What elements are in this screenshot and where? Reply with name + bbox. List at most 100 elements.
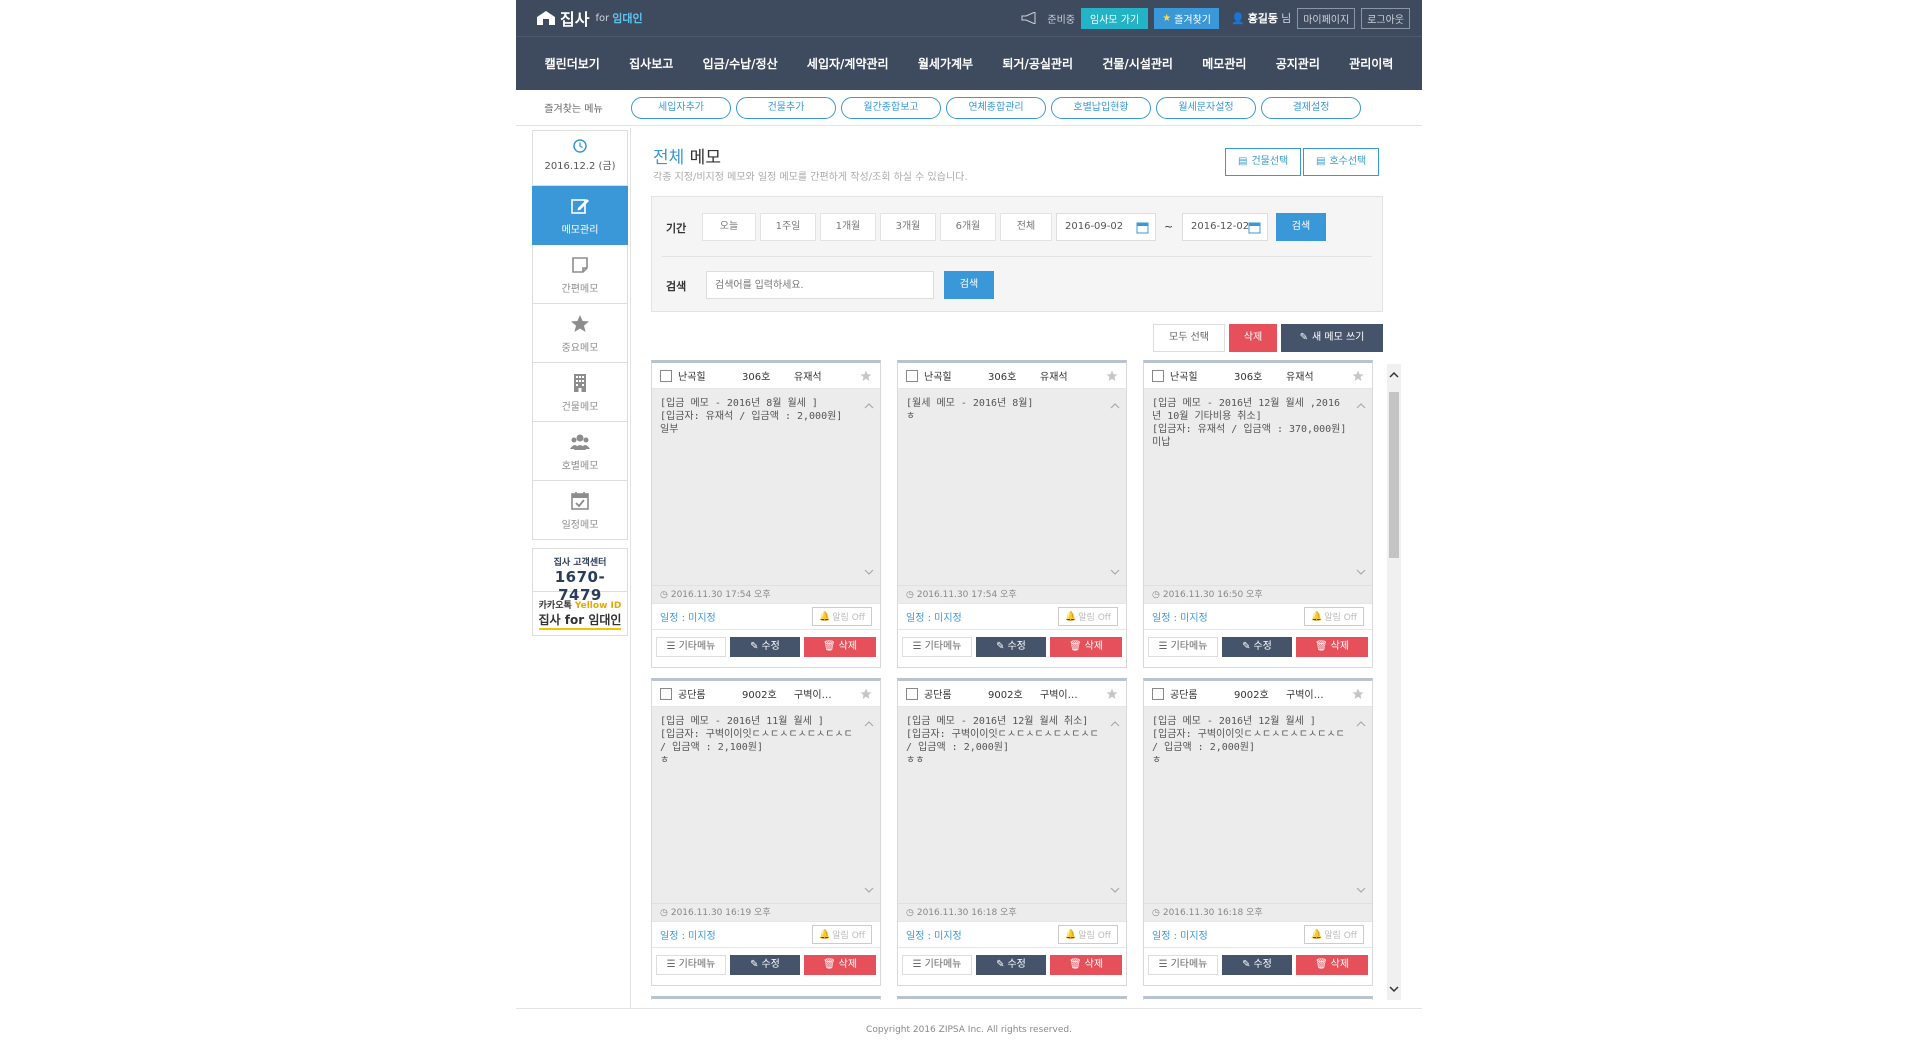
keyword-search-button[interactable]: 검색 — [944, 271, 994, 299]
period-all[interactable]: 전체 — [1000, 213, 1052, 241]
edit-button[interactable]: ✎ 수정 — [730, 636, 800, 657]
fav-add-tenant[interactable]: 세입자추가 — [631, 96, 731, 119]
date-to-input[interactable]: 2016-12-02 — [1182, 213, 1268, 241]
more-menu-button[interactable]: ☰ 기타메뉴 — [902, 954, 972, 975]
sidebar-item-building-memo[interactable]: 건물메모 — [532, 363, 628, 422]
card-memo-text[interactable]: [입금 메모 - 2016년 8월 월세 ] [입금자: 유재석 / 입금액 :… — [652, 389, 880, 585]
alarm-toggle[interactable]: 🔔 알림 Off — [1304, 925, 1364, 944]
chevron-down-icon[interactable] — [1389, 984, 1399, 994]
nav-moveout[interactable]: 퇴거/공실관리 — [1002, 55, 1073, 72]
delete-selected-button[interactable]: 삭제 — [1229, 324, 1277, 352]
star-icon[interactable] — [860, 370, 872, 382]
alarm-toggle[interactable]: 🔔 알림 Off — [812, 925, 872, 944]
delete-button[interactable]: 🗑 삭제 — [804, 954, 876, 975]
customer-center-banner[interactable]: 집사 고객센터 1670-7479 — [532, 548, 628, 604]
search-input[interactable] — [706, 271, 934, 299]
scrollbar-thumb[interactable] — [1389, 392, 1399, 558]
go-community-button[interactable]: 임사모 가기 — [1081, 7, 1149, 29]
kakao-yellowid-banner[interactable]: 카카오톡 Yellow ID 집사 for 임대인 — [532, 592, 628, 636]
nav-ledger[interactable]: 월세가계부 — [918, 55, 973, 72]
delete-button[interactable]: 🗑 삭제 — [1050, 954, 1122, 975]
chevron-up-icon[interactable] — [1356, 401, 1366, 411]
more-menu-button[interactable]: ☰ 기타메뉴 — [902, 636, 972, 657]
alarm-toggle[interactable]: 🔔 알림 Off — [1058, 607, 1118, 626]
mypage-button[interactable]: 마이페이지 — [1297, 7, 1356, 29]
chevron-down-icon[interactable] — [864, 885, 874, 895]
logo[interactable]: 집사 for 임대인 — [536, 6, 643, 30]
sidebar-item-important-memo[interactable]: 중요메모 — [532, 304, 628, 363]
more-menu-button[interactable]: ☰ 기타메뉴 — [656, 636, 726, 657]
date-from-input[interactable]: 2016-09-02 — [1056, 213, 1156, 241]
star-icon[interactable] — [860, 688, 872, 700]
star-icon[interactable] — [1352, 370, 1364, 382]
period-6month[interactable]: 6개월 — [940, 213, 996, 241]
fav-add-building[interactable]: 건물추가 — [736, 96, 836, 119]
nav-memo[interactable]: 메모관리 — [1202, 55, 1246, 72]
more-menu-button[interactable]: ☰ 기타메뉴 — [656, 954, 726, 975]
select-unit-button[interactable]: ▤ 호수선택 — [1303, 148, 1380, 176]
sidebar-item-unit-memo[interactable]: 호별메모 — [532, 422, 628, 481]
chevron-down-icon[interactable] — [1110, 567, 1120, 577]
card-list-scrollbar[interactable] — [1387, 364, 1401, 1000]
nav-tenant[interactable]: 세입자/계약관리 — [807, 55, 889, 72]
period-1week[interactable]: 1주일 — [760, 213, 816, 241]
favorites-button[interactable]: ★ 즐겨찾기 — [1154, 7, 1219, 29]
delete-button[interactable]: 🗑 삭제 — [1050, 636, 1122, 657]
chevron-up-icon[interactable] — [1110, 401, 1120, 411]
select-all-button[interactable]: 모두 선택 — [1153, 324, 1225, 352]
edit-button[interactable]: ✎ 수정 — [976, 636, 1046, 657]
nav-history[interactable]: 관리이력 — [1349, 55, 1393, 72]
card-checkbox[interactable] — [906, 369, 918, 382]
sidebar-item-memo[interactable]: 메모관리 — [532, 186, 628, 245]
card-memo-text[interactable]: [입금 메모 - 2016년 11월 월세 ] [입금자: 구벽이이잇ㄷㅅㄷㅅㄷ… — [652, 707, 880, 903]
chevron-up-icon[interactable] — [1389, 370, 1399, 380]
period-today[interactable]: 오늘 — [702, 213, 756, 241]
card-memo-text[interactable]: [입금 메모 - 2016년 12월 월세 ,2016년 10월 기타비용 취소… — [1144, 389, 1372, 585]
new-memo-button[interactable]: ✎ 새 메모 쓰기 — [1281, 324, 1383, 352]
fav-sms-setting[interactable]: 월세문자설정 — [1156, 96, 1256, 119]
nav-notice[interactable]: 공지관리 — [1276, 55, 1320, 72]
edit-button[interactable]: ✎ 수정 — [730, 954, 800, 975]
card-checkbox[interactable] — [660, 369, 672, 382]
chevron-up-icon[interactable] — [1110, 719, 1120, 729]
more-menu-button[interactable]: ☰ 기타메뉴 — [1148, 954, 1218, 975]
card-memo-text[interactable]: [월세 메모 - 2016년 8월] ㅎ — [898, 389, 1126, 585]
alarm-toggle[interactable]: 🔔 알림 Off — [1058, 925, 1118, 944]
delete-button[interactable]: 🗑 삭제 — [804, 636, 876, 657]
chevron-up-icon[interactable] — [1356, 719, 1366, 729]
alarm-toggle[interactable]: 🔔 알림 Off — [812, 607, 872, 626]
fav-overdue[interactable]: 연체종합관리 — [946, 96, 1046, 119]
fav-monthly-report[interactable]: 월간종합보고 — [841, 96, 941, 119]
chevron-down-icon[interactable] — [864, 567, 874, 577]
edit-button[interactable]: ✎ 수정 — [1222, 636, 1292, 657]
edit-button[interactable]: ✎ 수정 — [1222, 954, 1292, 975]
select-building-button[interactable]: ▤ 건물선택 — [1225, 148, 1302, 176]
card-memo-text[interactable]: [입금 메모 - 2016년 12월 월세 취소] [입금자: 구벽이이잇ㄷㅅㄷ… — [898, 707, 1126, 903]
card-checkbox[interactable] — [1152, 369, 1164, 382]
nav-report[interactable]: 집사보고 — [629, 55, 673, 72]
star-icon[interactable] — [1352, 688, 1364, 700]
card-memo-text[interactable]: [입금 메모 - 2016년 12월 월세 ] [입금자: 구벽이이잇ㄷㅅㄷㅅㄷ… — [1144, 707, 1372, 903]
fav-unit-payment[interactable]: 호별납입현황 — [1051, 96, 1151, 119]
fav-billing[interactable]: 결제설정 — [1261, 96, 1361, 119]
chevron-down-icon[interactable] — [1356, 885, 1366, 895]
sidebar-item-schedule-memo[interactable]: 일정메모 — [532, 481, 628, 540]
logout-button[interactable]: 로그아웃 — [1361, 7, 1410, 29]
alarm-toggle[interactable]: 🔔 알림 Off — [1304, 607, 1364, 626]
nav-calendar[interactable]: 캘린더보기 — [545, 55, 600, 72]
card-checkbox[interactable] — [1152, 687, 1164, 700]
nav-building[interactable]: 건물/시설관리 — [1102, 55, 1173, 72]
period-search-button[interactable]: 검색 — [1276, 213, 1326, 241]
edit-button[interactable]: ✎ 수정 — [976, 954, 1046, 975]
period-1month[interactable]: 1개월 — [820, 213, 876, 241]
more-menu-button[interactable]: ☰ 기타메뉴 — [1148, 636, 1218, 657]
nav-payment[interactable]: 입금/수납/정산 — [703, 55, 778, 72]
delete-button[interactable]: 🗑 삭제 — [1296, 954, 1368, 975]
chevron-down-icon[interactable] — [1356, 567, 1366, 577]
chevron-down-icon[interactable] — [1110, 885, 1120, 895]
delete-button[interactable]: 🗑 삭제 — [1296, 636, 1368, 657]
sidebar-item-simple-memo[interactable]: 간편메모 — [532, 245, 628, 304]
star-icon[interactable] — [1106, 688, 1118, 700]
star-icon[interactable] — [1106, 370, 1118, 382]
card-checkbox[interactable] — [906, 687, 918, 700]
